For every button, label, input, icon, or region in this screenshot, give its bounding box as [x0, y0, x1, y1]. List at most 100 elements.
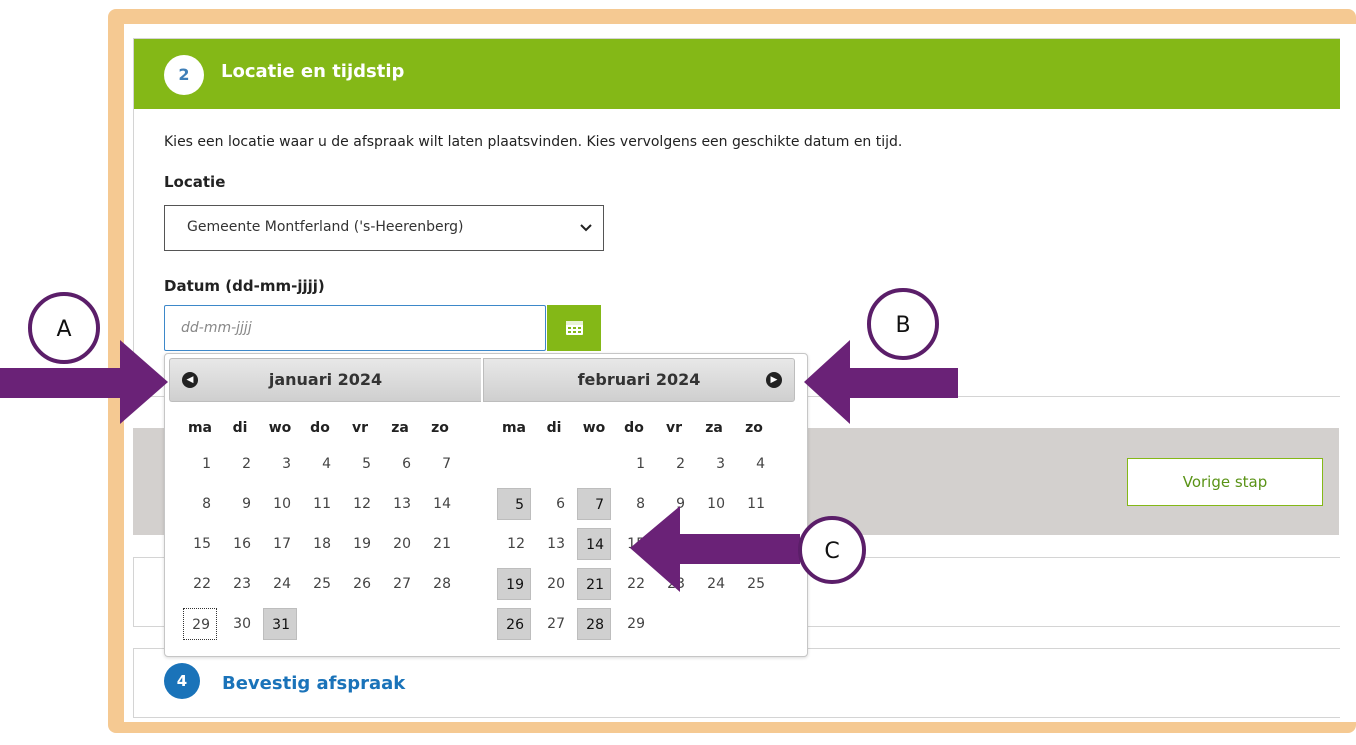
- calendar-day: 27: [547, 616, 565, 632]
- available-day[interactable]: 5: [497, 488, 531, 520]
- weekday-label: wo: [582, 420, 606, 436]
- available-day[interactable]: 14: [577, 528, 611, 560]
- weekday-label: vr: [351, 420, 369, 436]
- calendar-day: 15: [193, 536, 211, 552]
- weekday-label: do: [310, 420, 330, 436]
- calendar-day: 27: [393, 576, 411, 592]
- week-row: 1 2 3 4 5 6 7: [169, 448, 481, 488]
- month-title: februari 2024: [577, 370, 701, 389]
- calendar-day: 21: [433, 536, 451, 552]
- weekday-label: di: [546, 420, 562, 436]
- month-header: februari 2024 ▶: [483, 358, 795, 402]
- week-row: 22 23 24 25 26 27 28: [169, 568, 481, 608]
- calendar-day: 30: [233, 616, 251, 632]
- calendar-day: 6: [556, 496, 565, 512]
- calendar-button[interactable]: [547, 305, 601, 351]
- calendar-icon: [566, 321, 583, 335]
- weekday-label: za: [705, 420, 723, 436]
- date-input-placeholder: dd-mm-jjjj: [181, 320, 252, 336]
- calendar-day: 23: [233, 576, 251, 592]
- date-input[interactable]: dd-mm-jjjj: [164, 305, 546, 351]
- calendar-day: 29: [627, 616, 645, 632]
- calendar-day: 5: [362, 456, 371, 472]
- calendar-day: 10: [707, 496, 725, 512]
- weekday-row: ma di wo do vr za zo: [483, 416, 795, 448]
- calendar-day: 17: [273, 536, 291, 552]
- week-row: 8 9 10 11 12 13 14: [169, 488, 481, 528]
- calendar-day: 4: [756, 456, 765, 472]
- week-row: 1 2 3 4: [483, 448, 795, 488]
- calendar-day: 8: [202, 496, 211, 512]
- datepicker: ◀ januari 2024 ma di wo do vr za zo 1 2 3 4 5 6 7 8 9 10…: [164, 353, 808, 657]
- calendar-day: 10: [273, 496, 291, 512]
- location-select[interactable]: Gemeente Montferland ('s-Heerenberg): [164, 205, 604, 251]
- month-february: februari 2024 ▶ ma di wo do vr za zo 1 2 3 4 5 6 7 8 9 1…: [483, 358, 795, 640]
- weekday-label: ma: [187, 420, 213, 436]
- calendar-day: 7: [442, 456, 451, 472]
- calendar-day: 11: [313, 496, 331, 512]
- week-row: 12 13 14 15 16 17 18: [483, 528, 795, 568]
- calendar-day: 18: [747, 536, 765, 552]
- weekday-row: ma di wo do vr za zo: [169, 416, 481, 448]
- calendar-day: 8: [636, 496, 645, 512]
- calendar-day: 3: [716, 456, 725, 472]
- week-row: 29 30 31: [169, 608, 481, 648]
- calendar-day: 4: [322, 456, 331, 472]
- available-day[interactable]: 26: [497, 608, 531, 640]
- available-day[interactable]: 19: [497, 568, 531, 600]
- week-row: 19 20 21 22 23 24 25: [483, 568, 795, 608]
- week-row: 15 16 17 18 19 20 21: [169, 528, 481, 568]
- month-title: januari 2024: [268, 370, 383, 389]
- calendar-day: 13: [547, 536, 565, 552]
- calendar-day: 12: [507, 536, 525, 552]
- next-month-icon[interactable]: ▶: [766, 372, 782, 388]
- step4-number: 4: [164, 663, 200, 699]
- calendar-day: 25: [747, 576, 765, 592]
- week-row: 26 27 28 29: [483, 608, 795, 648]
- weekday-label: wo: [268, 420, 292, 436]
- calendar-day: 2: [242, 456, 251, 472]
- calendar-day: 24: [707, 576, 725, 592]
- calendar-day: 16: [233, 536, 251, 552]
- weekday-label: di: [232, 420, 248, 436]
- calendar-day: 11: [747, 496, 765, 512]
- calendar-day: 16: [667, 536, 685, 552]
- calendar-day: 3: [282, 456, 291, 472]
- calendar-day: 29: [183, 608, 217, 640]
- previous-step-button[interactable]: Vorige stap: [1127, 458, 1323, 506]
- week-row: 5 6 7 8 9 10 11: [483, 488, 795, 528]
- calendar-day: 24: [273, 576, 291, 592]
- calendar-day: 26: [353, 576, 371, 592]
- step4-title[interactable]: Bevestig afspraak: [222, 673, 405, 694]
- location-select-value: Gemeente Montferland ('s-Heerenberg): [187, 219, 464, 235]
- calendar-day: 9: [242, 496, 251, 512]
- weekday-label: zo: [431, 420, 449, 436]
- weekday-label: ma: [501, 420, 527, 436]
- calendar-day: 1: [636, 456, 645, 472]
- calendar-day: 6: [402, 456, 411, 472]
- calendar-day: 18: [313, 536, 331, 552]
- step4-panel[interactable]: 4 Bevestig afspraak: [133, 648, 1340, 718]
- weekday-label: do: [624, 420, 644, 436]
- available-day[interactable]: 7: [577, 488, 611, 520]
- available-day[interactable]: 31: [263, 608, 297, 640]
- step2-panel: 2 Locatie en tijdstip Kies een locatie w…: [133, 38, 1340, 397]
- calendar-day: 2: [676, 456, 685, 472]
- available-day[interactable]: 28: [577, 608, 611, 640]
- month-header: ◀ januari 2024: [169, 358, 481, 402]
- month-grid: ma di wo do vr za zo 1 2 3 4 5 6 7 8 9 10 11 12 13 14 15 16 17 1…: [169, 416, 481, 648]
- calendar-day: 19: [353, 536, 371, 552]
- step2-number: 2: [164, 55, 204, 95]
- step2-header: 2 Locatie en tijdstip: [134, 39, 1340, 109]
- available-day[interactable]: 21: [577, 568, 611, 600]
- location-label: Locatie: [164, 173, 226, 191]
- month-grid: ma di wo do vr za zo 1 2 3 4 5 6 7 8 9 10 11 12 13 14 15 16 17 1…: [483, 416, 795, 648]
- calendar-day: 20: [547, 576, 565, 592]
- calendar-day: 15: [627, 536, 645, 552]
- calendar-day: 17: [707, 536, 725, 552]
- step2-intro: Kies een locatie waar u de afspraak wilt…: [164, 134, 903, 150]
- chevron-down-icon: [579, 216, 593, 244]
- calendar-day: 14: [433, 496, 451, 512]
- weekday-label: zo: [745, 420, 763, 436]
- weekday-label: za: [391, 420, 409, 436]
